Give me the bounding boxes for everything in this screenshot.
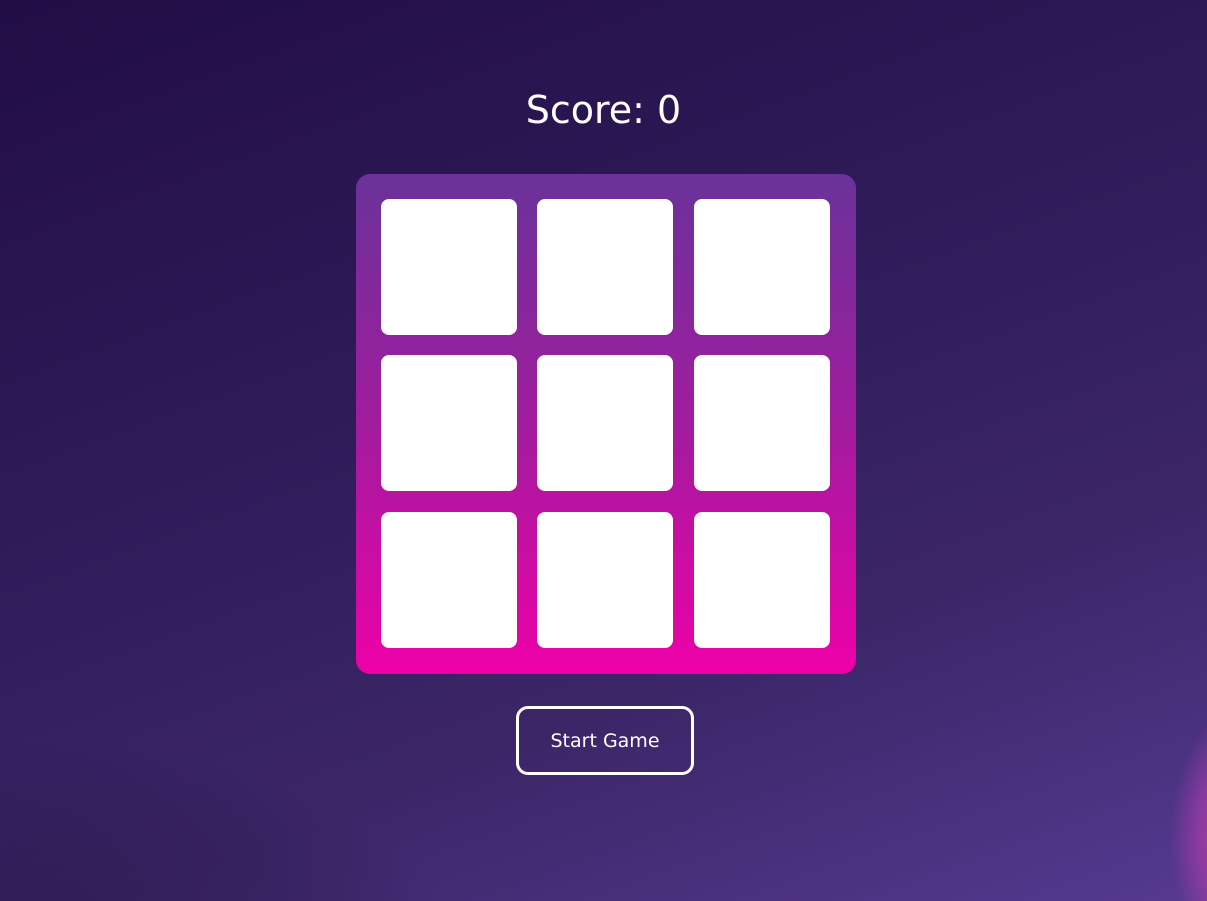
tile-1[interactable] — [381, 199, 517, 335]
tile-5[interactable] — [537, 355, 673, 491]
game-board — [356, 174, 856, 674]
tile-9[interactable] — [694, 512, 830, 648]
tile-7[interactable] — [381, 512, 517, 648]
tile-6[interactable] — [694, 355, 830, 491]
start-game-button[interactable]: Start Game — [516, 706, 694, 775]
tile-3[interactable] — [694, 199, 830, 335]
tile-4[interactable] — [381, 355, 517, 491]
tile-8[interactable] — [537, 512, 673, 648]
score-display: Score: 0 — [525, 88, 682, 132]
tile-2[interactable] — [537, 199, 673, 335]
